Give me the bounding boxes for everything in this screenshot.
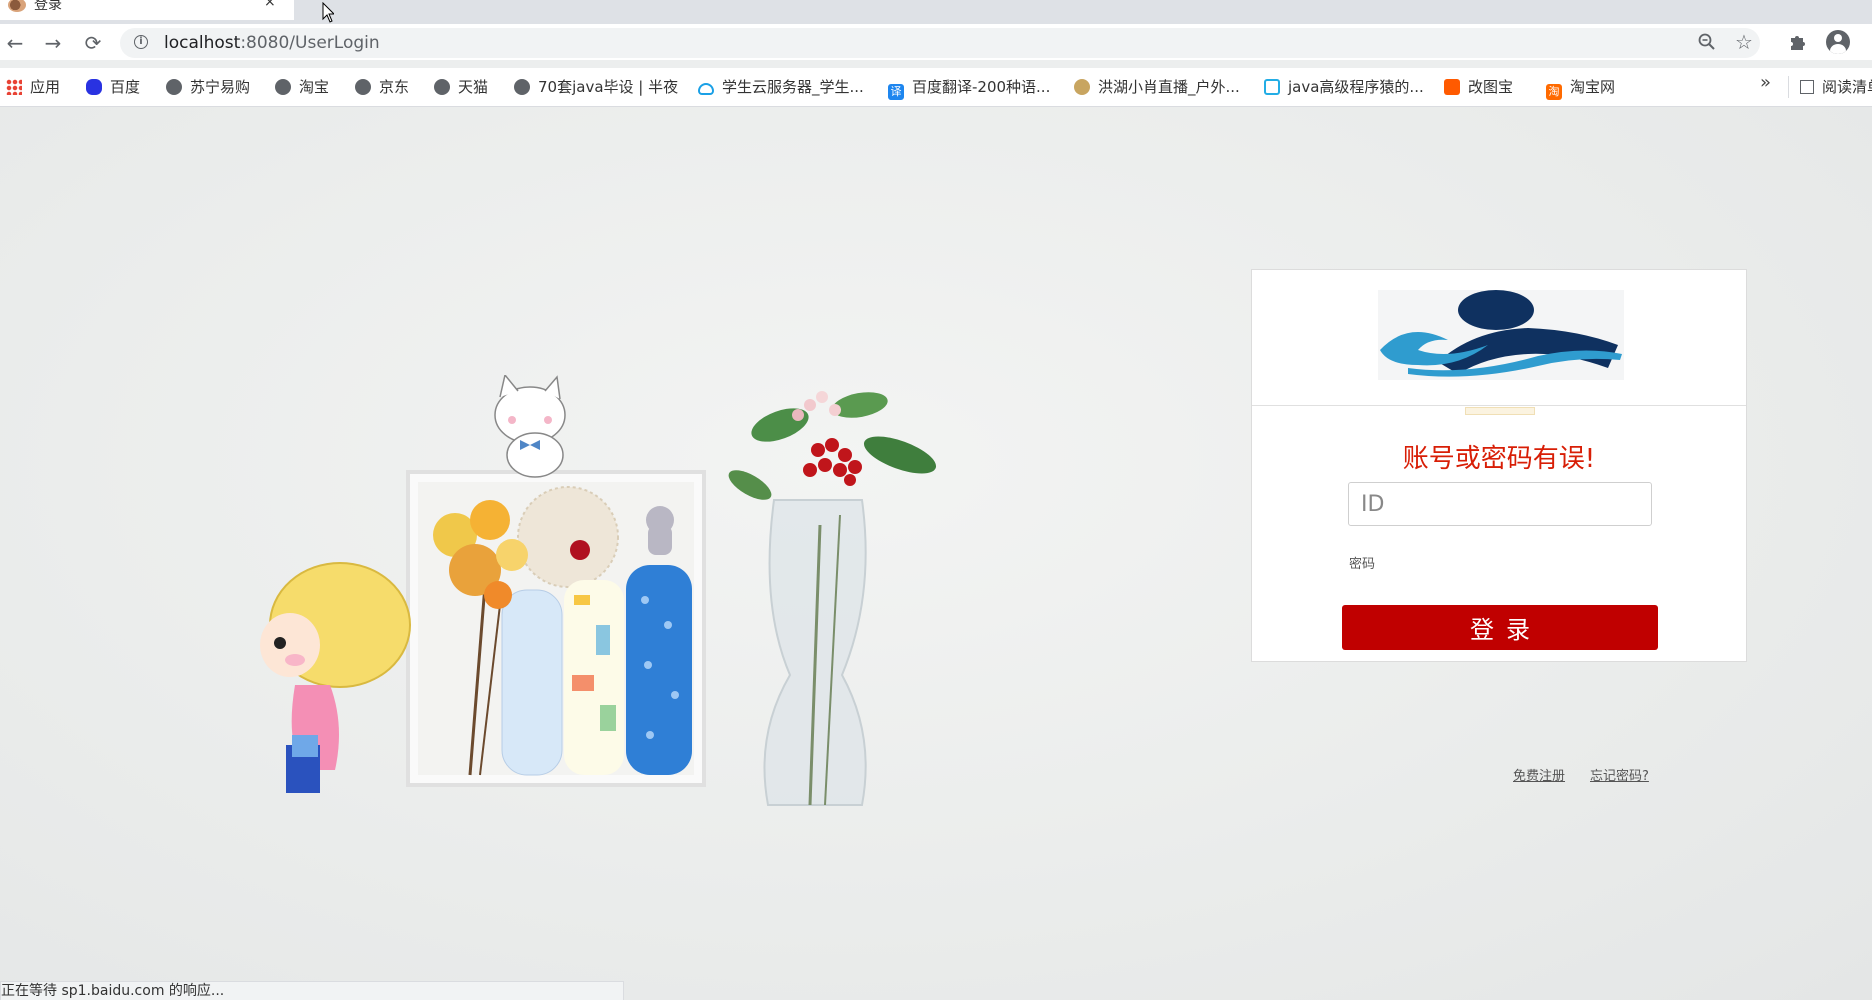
url-path: :8080/UserLogin <box>240 33 380 53</box>
baidu-icon <box>86 79 102 95</box>
url-text[interactable]: localhost:8080/UserLogin <box>164 33 380 53</box>
bookmarks-bar: 应用 百度 苏宁易购 淘宝 京东 天猫 70套java毕设 | 半夜 学生云服务… <box>0 68 1872 107</box>
bookmark-label: 天猫 <box>458 78 489 96</box>
apps-icon <box>6 79 22 95</box>
zoom-icon[interactable] <box>1698 33 1716 56</box>
url-host: localhost <box>164 33 241 53</box>
forgot-password-link[interactable]: 忘记密码? <box>1590 765 1649 784</box>
bookmark-live-stream[interactable]: 洪湖小肖直播_户外... <box>1074 76 1240 97</box>
bookmark-label: 洪湖小肖直播_户外... <box>1098 78 1240 96</box>
register-link[interactable]: 免费注册 <box>1513 765 1565 784</box>
cat-drawing <box>494 375 566 478</box>
bookmark-jd[interactable]: 京东 <box>355 76 409 97</box>
bookmark-suning[interactable]: 苏宁易购 <box>166 76 250 97</box>
bilibili-icon <box>1264 79 1280 95</box>
bookmark-tmall[interactable]: 天猫 <box>434 76 488 97</box>
card-divider <box>1252 405 1746 406</box>
password-label: 密码 <box>1349 557 1376 572</box>
globe-icon <box>166 79 182 95</box>
girl-drawing <box>260 562 411 793</box>
shelf-box <box>406 470 706 787</box>
bookmark-apps[interactable]: 应用 <box>6 76 60 97</box>
tab-favicon-icon <box>8 0 26 12</box>
bookmark-java-projects[interactable]: 70套java毕设 | 半夜 <box>514 76 678 97</box>
bookmarks-separator <box>1788 76 1789 98</box>
bird-icon <box>1074 79 1090 95</box>
extensions-icon[interactable] <box>1788 32 1808 57</box>
tab-strip: 登录 × <box>0 0 1872 24</box>
profile-avatar-icon[interactable] <box>1826 30 1850 54</box>
globe-icon <box>434 79 450 95</box>
site-info-icon[interactable]: i <box>134 35 148 49</box>
bookmark-gaitubao[interactable]: 改图宝 <box>1444 76 1513 97</box>
reading-list-label: 阅读清单 <box>1822 78 1872 96</box>
decorative-illustration <box>260 375 937 806</box>
cloud-icon <box>698 83 714 95</box>
bookmark-baidu-translate[interactable]: 译百度翻译-200种语... <box>888 76 1050 100</box>
login-button[interactable]: 登录 <box>1342 605 1658 650</box>
login-card: 账号或密码有误! 密码 登录 <box>1251 269 1747 662</box>
bookmark-taobao-net[interactable]: 淘淘宝网 <box>1546 76 1615 100</box>
page-background: 账号或密码有误! 密码 登录 免费注册 忘记密码? <box>0 107 1872 1000</box>
site-logo <box>1378 290 1624 380</box>
status-bar: 正在等待 sp1.baidu.com 的响应... <box>0 981 624 1000</box>
bookmark-baidu[interactable]: 百度 <box>86 76 140 97</box>
vase-with-flowers <box>728 391 937 806</box>
more-bookmarks-icon[interactable]: » <box>1760 72 1771 93</box>
address-bar[interactable]: i localhost:8080/UserLogin ☆ <box>120 28 1760 58</box>
bookmark-java-bilibili[interactable]: java高级程序猿的... <box>1264 76 1424 97</box>
tab-title: 登录 <box>34 0 62 13</box>
globe-icon <box>355 79 371 95</box>
back-icon[interactable]: ← <box>2 30 28 56</box>
bookmark-label: 应用 <box>30 78 61 96</box>
browser-tab[interactable]: 登录 × <box>0 0 294 20</box>
bookmark-label: 苏宁易购 <box>190 78 251 96</box>
tab-close-icon[interactable]: × <box>264 0 276 10</box>
bookmark-label: 70套java毕设 | 半夜 <box>538 78 679 96</box>
bookmark-label: 改图宝 <box>1468 78 1514 96</box>
bookmark-taobao[interactable]: 淘宝 <box>275 76 329 97</box>
reading-list-icon <box>1800 80 1814 94</box>
bookmark-label: 学生云服务器_学生... <box>722 78 864 96</box>
taobao-icon: 淘 <box>1546 84 1562 100</box>
bookmark-star-icon[interactable]: ☆ <box>1735 30 1753 54</box>
bookmark-label: java高级程序猿的... <box>1288 78 1424 96</box>
browser-toolbar: ← → ⟳ i localhost:8080/UserLogin ☆ <box>0 24 1872 60</box>
gaitubao-icon <box>1444 79 1460 95</box>
translate-icon: 译 <box>888 84 904 100</box>
login-error-message: 账号或密码有误! <box>1402 444 1596 474</box>
bookmark-label: 百度 <box>110 78 141 96</box>
mouse-cursor-icon <box>322 2 334 23</box>
bookmark-label: 淘宝 <box>299 78 330 96</box>
login-tab-indicator[interactable] <box>1465 407 1535 415</box>
reload-icon[interactable]: ⟳ <box>80 30 106 56</box>
bookmark-label: 京东 <box>379 78 410 96</box>
bookmark-label: 百度翻译-200种语... <box>912 78 1051 96</box>
id-input[interactable] <box>1348 482 1652 526</box>
globe-icon <box>514 79 530 95</box>
bookmark-label: 淘宝网 <box>1570 78 1616 96</box>
globe-icon <box>275 79 291 95</box>
forward-icon[interactable]: → <box>40 30 66 56</box>
bookmark-student-cloud[interactable]: 学生云服务器_学生... <box>698 76 864 97</box>
reading-list-button[interactable]: 阅读清单 <box>1800 76 1872 97</box>
